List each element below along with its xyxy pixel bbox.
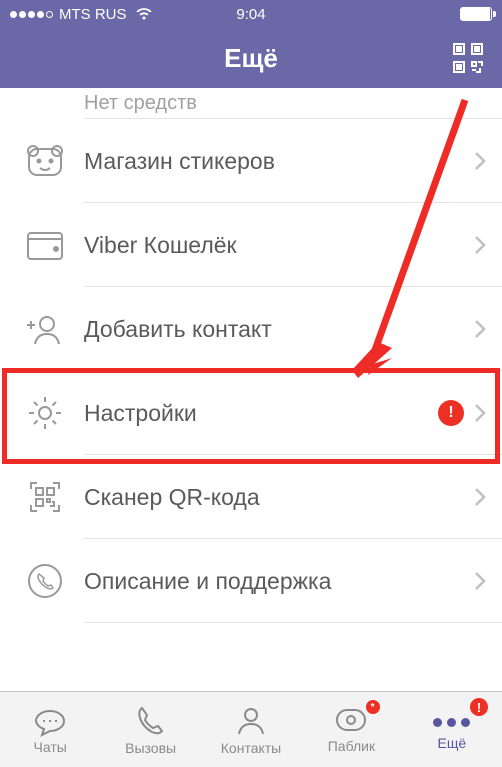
row-sticker-store[interactable]: Магазин стикеров	[0, 119, 502, 203]
bear-icon	[25, 143, 65, 179]
tab-label: Ещё	[438, 735, 467, 751]
row-settings[interactable]: Настройки !	[0, 371, 502, 455]
row-label: Описание и поддержка	[84, 568, 474, 595]
row-qr-scanner[interactable]: Сканер QR-кода	[0, 455, 502, 539]
chevron-right-icon	[474, 571, 486, 591]
menu-list: Нет средств Магазин стикеров	[0, 88, 502, 623]
status-right	[460, 7, 492, 21]
header: Ещё	[0, 28, 502, 88]
viber-call-icon	[26, 562, 64, 600]
no-funds-label: Нет средств	[0, 88, 502, 118]
qr-icon	[452, 42, 484, 74]
qr-scan-icon	[27, 479, 63, 515]
row-wallet[interactable]: Viber Кошелёк	[0, 203, 502, 287]
row-label: Сканер QR-кода	[84, 484, 474, 511]
tab-calls[interactable]: Вызовы	[100, 692, 200, 767]
tab-label: Паблик	[328, 738, 375, 754]
status-bar: MTS RUS 9:04	[0, 0, 502, 28]
tab-contacts[interactable]: Контакты	[201, 692, 301, 767]
tab-chats[interactable]: Чаты	[0, 692, 100, 767]
gear-icon	[26, 394, 64, 432]
tab-label: Контакты	[221, 740, 281, 756]
chat-icon	[32, 705, 68, 737]
more-icon	[433, 718, 470, 727]
tab-badge: *	[366, 700, 380, 714]
chevron-right-icon	[474, 487, 486, 507]
contacts-icon	[234, 704, 268, 738]
row-label: Магазин стикеров	[84, 148, 474, 175]
tab-badge: !	[470, 698, 488, 716]
screen: { "status": { "carrier": "MTS RUS", "tim…	[0, 0, 502, 767]
chevron-right-icon	[474, 235, 486, 255]
add-contact-icon	[25, 311, 65, 347]
row-add-contact[interactable]: Добавить контакт	[0, 287, 502, 371]
row-label: Добавить контакт	[84, 316, 474, 343]
row-support[interactable]: Описание и поддержка	[0, 539, 502, 623]
qr-button[interactable]	[452, 42, 484, 74]
phone-icon	[134, 704, 168, 738]
chevron-right-icon	[474, 151, 486, 171]
tab-public[interactable]: * Паблик	[301, 692, 401, 767]
chevron-right-icon	[474, 319, 486, 339]
wallet-icon	[26, 229, 64, 261]
chevron-right-icon	[474, 403, 486, 423]
row-label: Viber Кошелёк	[84, 232, 474, 259]
tab-label: Чаты	[34, 739, 67, 755]
alert-badge: !	[438, 400, 464, 426]
tab-label: Вызовы	[125, 740, 176, 756]
tab-more[interactable]: ! Ещё	[402, 692, 502, 767]
clock: 9:04	[0, 6, 502, 23]
tab-bar: Чаты Вызовы Контакты * Паблик !	[0, 691, 502, 767]
public-icon	[333, 706, 369, 736]
row-label: Настройки	[84, 400, 438, 427]
battery-icon	[460, 7, 492, 21]
page-title: Ещё	[224, 43, 278, 74]
